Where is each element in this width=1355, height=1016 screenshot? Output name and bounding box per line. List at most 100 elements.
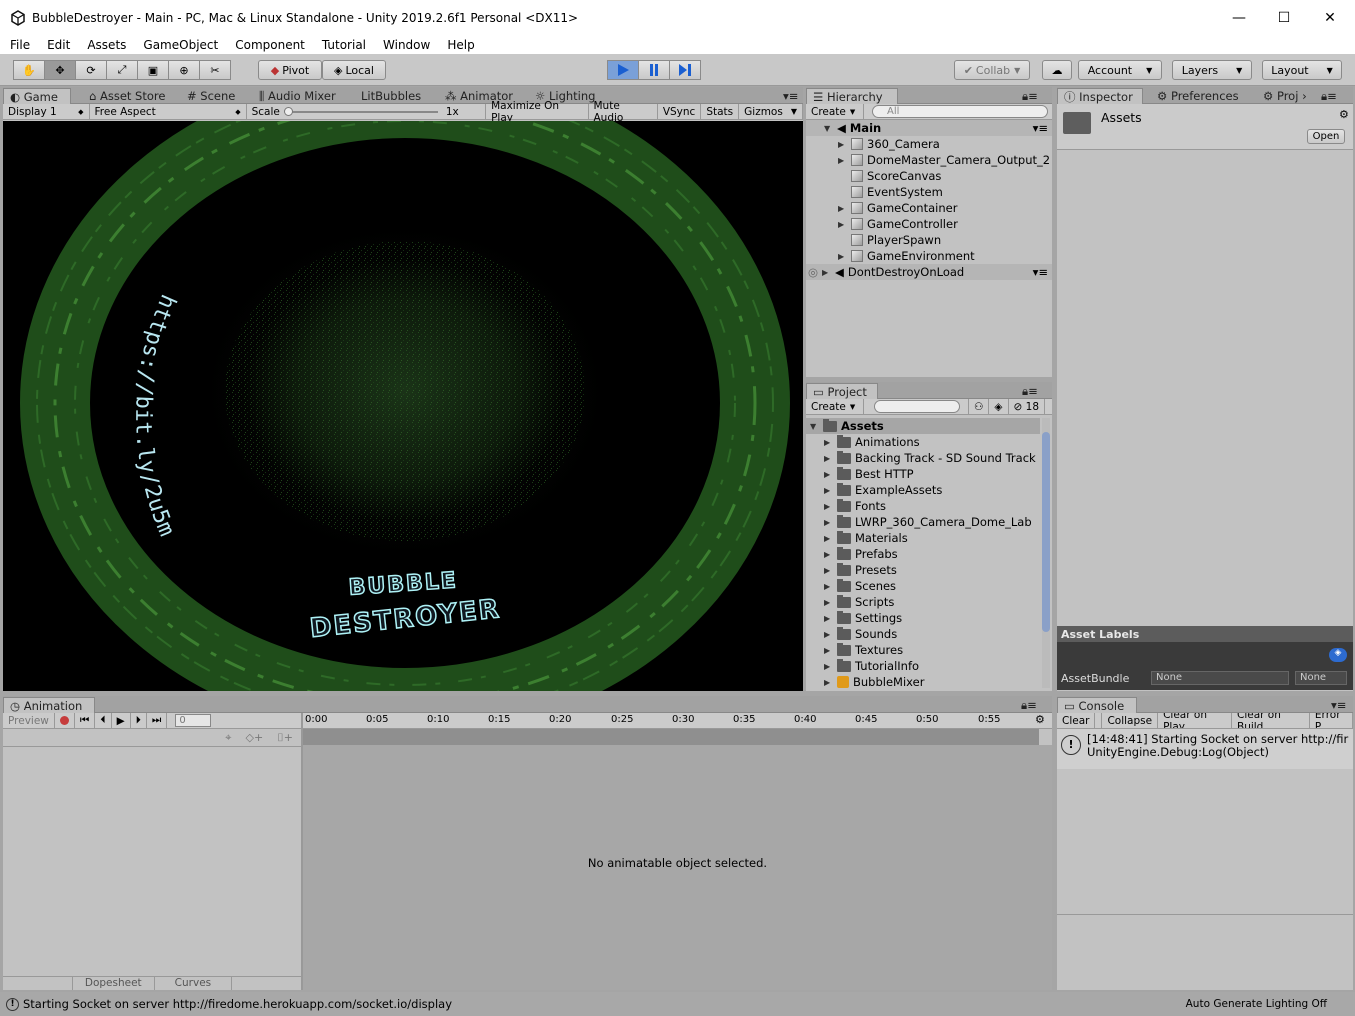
project-scrollbar-thumb[interactable] xyxy=(1042,432,1050,632)
status-message[interactable]: Starting Socket on server http://firedom… xyxy=(23,997,452,1011)
hand-tool-icon[interactable]: ✋ xyxy=(13,60,45,80)
hierarchy-item[interactable]: ▶ GameController xyxy=(806,216,1052,232)
tab-inspector[interactable]: ⓘ Inspector xyxy=(1057,88,1143,104)
add-event-icon[interactable]: ◇+ xyxy=(245,731,263,744)
stats-toggle[interactable]: Stats xyxy=(701,104,740,119)
lock-icon[interactable]: 🔒︎≡ xyxy=(1016,88,1044,104)
hierarchy-item[interactable]: ▶ GameContainer xyxy=(806,200,1052,216)
tab-litbubbles[interactable]: LitBubbles xyxy=(355,88,427,104)
collab-button[interactable]: ✔ Collab ▼ xyxy=(954,60,1030,80)
pause-icon[interactable] xyxy=(638,60,670,80)
tab-project-settings[interactable]: ⚙ Proj › xyxy=(1257,88,1313,104)
record-icon[interactable] xyxy=(55,713,75,728)
rect-tool-icon[interactable]: ▣ xyxy=(137,60,169,80)
game-viewport[interactable]: https://bit.ly/2u5mJ3z BUBBLE DESTROYER xyxy=(3,121,803,691)
project-folder[interactable]: ▶ Animations xyxy=(806,434,1040,450)
hierarchy-item[interactable]: ▶ DomeMaster_Camera_Output_2 xyxy=(806,152,1052,168)
first-key-icon[interactable]: ⏮ xyxy=(75,713,96,728)
scale-tool-icon[interactable]: ⤢ xyxy=(106,60,138,80)
step-icon[interactable] xyxy=(669,60,701,80)
tab-animation[interactable]: ◷ Animation xyxy=(3,697,95,713)
tab-preferences[interactable]: ⚙ Preferences xyxy=(1151,88,1245,104)
project-folder[interactable]: ▶ Prefabs xyxy=(806,546,1040,562)
play-anim-icon[interactable]: ▶ xyxy=(112,713,131,728)
menu-edit[interactable]: Edit xyxy=(37,38,77,52)
frame-input[interactable]: 0 xyxy=(175,714,212,727)
collapsed-arrow-icon[interactable]: ▶ xyxy=(824,582,834,591)
collapsed-arrow-icon[interactable]: ▶ xyxy=(824,438,834,447)
next-key-icon[interactable]: ⏵ xyxy=(131,713,147,728)
tab-console[interactable]: ▭ Console xyxy=(1057,697,1137,713)
row-menu-icon[interactable]: ▾≡ xyxy=(1033,121,1048,135)
pane-menu-icon[interactable]: ▾≡ xyxy=(1325,697,1352,713)
project-folder[interactable]: ▶ Scripts xyxy=(806,594,1040,610)
scale-thumb[interactable] xyxy=(283,106,293,116)
move-tool-icon[interactable]: ✥ xyxy=(44,60,76,80)
collapsed-arrow-icon[interactable]: ▶ xyxy=(824,518,834,527)
close-button[interactable]: ✕ xyxy=(1307,0,1353,36)
clear-button[interactable]: Clear xyxy=(1057,713,1096,728)
collapse-toggle[interactable]: Collapse xyxy=(1101,713,1159,728)
account-button[interactable]: Account ▼ xyxy=(1078,60,1162,80)
project-folder[interactable]: ▶ Materials xyxy=(806,530,1040,546)
project-folder[interactable]: ▶ Sounds xyxy=(806,626,1040,642)
add-property-icon[interactable]: ⌷+ xyxy=(277,731,293,745)
lock-icon[interactable]: 🔒︎≡ xyxy=(1315,88,1343,104)
assetbundle-variant-dropdown[interactable]: None xyxy=(1295,671,1347,685)
collapsed-arrow-icon[interactable]: ▶ xyxy=(824,630,834,639)
collapsed-arrow-icon[interactable]: ▶ xyxy=(838,220,848,229)
clear-on-play-toggle[interactable]: Clear on Play xyxy=(1158,713,1232,728)
error-pause-toggle[interactable]: Error P xyxy=(1310,713,1353,728)
console-split[interactable] xyxy=(1057,914,1353,915)
collapsed-arrow-icon[interactable]: ▶ xyxy=(824,454,834,463)
collapsed-arrow-icon[interactable]: ▶ xyxy=(838,204,848,213)
play-icon[interactable] xyxy=(607,60,639,80)
collapsed-arrow-icon[interactable]: ▶ xyxy=(838,140,848,149)
add-keyframe-icon[interactable]: ⌖ xyxy=(225,731,231,745)
collapsed-arrow-icon[interactable]: ▶ xyxy=(838,156,848,165)
dopesheet-area[interactable]: No animatable object selected. xyxy=(303,745,1052,990)
local-button[interactable]: ◈ Local xyxy=(322,60,386,80)
pivot-button[interactable]: ◆ Pivot xyxy=(258,60,322,80)
label-tag-icon[interactable]: ◈ xyxy=(1329,648,1347,662)
menu-gameobject[interactable]: GameObject xyxy=(133,38,225,52)
collapsed-arrow-icon[interactable]: ▶ xyxy=(838,252,848,261)
mute-audio-toggle[interactable]: Mute Audio xyxy=(589,100,658,124)
project-folder[interactable]: ▶ Presets xyxy=(806,562,1040,578)
project-folder[interactable]: ▶ Backing Track - SD Sound Track xyxy=(806,450,1040,466)
hierarchy-search-input[interactable]: All xyxy=(872,105,1048,118)
menu-component[interactable]: Component xyxy=(225,38,312,52)
vsync-toggle[interactable]: VSync xyxy=(658,104,702,119)
curves-tab[interactable]: Curves xyxy=(155,977,233,990)
scene-row-main[interactable]: ▼ ◀ Main ▾≡ xyxy=(806,120,1052,136)
hierarchy-item[interactable]: ScoreCanvas xyxy=(806,168,1052,184)
timeline-ruler[interactable]: 0:00 0:05 0:10 0:15 0:20 0:25 0:30 0:35 … xyxy=(303,713,1052,729)
project-folder[interactable]: ▶ ExampleAssets xyxy=(806,482,1040,498)
project-asset[interactable]: ▶ BubbleMixer xyxy=(806,674,1040,690)
hierarchy-item[interactable]: ▶ GameEnvironment xyxy=(806,248,1052,264)
scene-row-dontdestroy[interactable]: ◎ ▶ ◀ DontDestroyOnLoad ▾≡ xyxy=(806,264,1052,280)
project-search-input[interactable] xyxy=(874,400,960,413)
expanded-arrow-icon[interactable]: ▼ xyxy=(810,422,820,431)
lock-icon[interactable]: 🔒︎≡ xyxy=(1015,697,1043,713)
tab-game[interactable]: ◐ Game xyxy=(3,88,71,104)
filter-label-icon[interactable]: ◈ xyxy=(989,399,1009,414)
gear-icon[interactable]: ⚙ xyxy=(1339,108,1349,121)
pane-menu-icon[interactable]: ▾≡ xyxy=(777,88,804,104)
collapsed-arrow-icon[interactable]: ▶ xyxy=(824,534,834,543)
prev-key-icon[interactable]: ⏴ xyxy=(95,713,112,728)
tab-asset-store[interactable]: ⌂ Asset Store xyxy=(83,88,171,104)
hierarchy-item[interactable]: ▶ 360_Camera xyxy=(806,136,1052,152)
lock-icon[interactable]: 🔒︎≡ xyxy=(1016,383,1044,399)
maximize-on-play-toggle[interactable]: Maximize On Play xyxy=(486,100,589,124)
project-folder[interactable]: ▶ Fonts xyxy=(806,498,1040,514)
console-log-entry[interactable]: ! [14:48:41] Starting Socket on server h… xyxy=(1057,729,1353,769)
collapsed-arrow-icon[interactable]: ▶ xyxy=(824,598,834,607)
lighting-status[interactable]: Auto Generate Lighting Off xyxy=(1186,998,1327,1010)
hierarchy-item[interactable]: PlayerSpawn xyxy=(806,232,1052,248)
project-folder[interactable]: ▶ TutorialInfo xyxy=(806,658,1040,674)
collapsed-arrow-icon[interactable]: ▶ xyxy=(824,646,834,655)
collapsed-arrow-icon[interactable]: ▶ xyxy=(824,678,834,687)
event-track[interactable] xyxy=(303,729,1039,745)
clear-on-build-toggle[interactable]: Clear on Build xyxy=(1232,713,1310,728)
